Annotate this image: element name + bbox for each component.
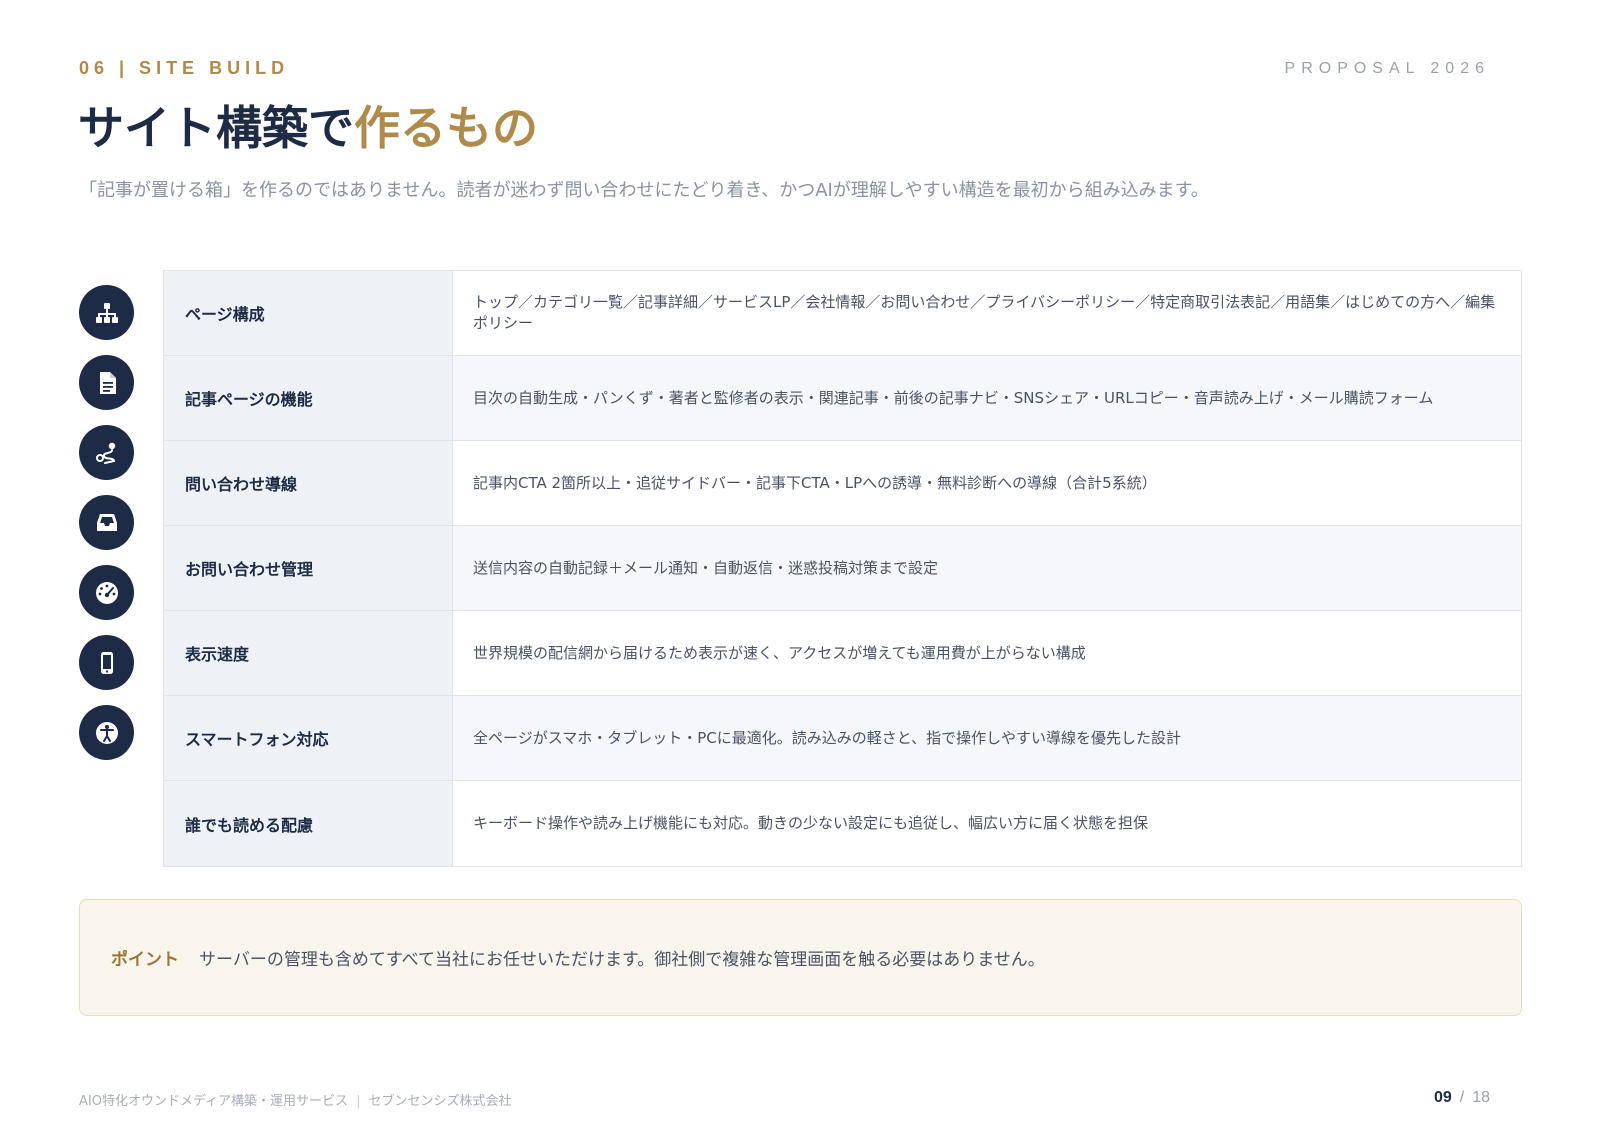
page-total: 18 xyxy=(1472,1089,1490,1106)
point-label: ポイント xyxy=(111,950,179,970)
row-description: 送信内容の自動記録＋メール通知・自動返信・迷惑投稿対策まで設定 xyxy=(453,526,1521,610)
page-separator: / xyxy=(1459,1089,1465,1106)
title-main: サイト構築で xyxy=(78,101,354,155)
footer-credit: AIO特化オウンドメディア構築・運用サービス | セブンセンシズ株式会社 xyxy=(79,1090,511,1109)
section-label: 06 | SITE BUILD xyxy=(79,58,290,78)
document-icon xyxy=(79,355,134,410)
point-text: サーバーの管理も含めてすべて当社にお任せいただけます。御社側で複雑な管理画面を触… xyxy=(199,950,1045,970)
row-description: 全ページがスマホ・タブレット・PCに最適化。読み込みの軽さと、指で操作しやすい導… xyxy=(453,696,1521,780)
row-description: 記事内CTA 2箇所以上・追従サイドバー・記事下CTA・LPへの誘導・無料診断へ… xyxy=(453,441,1521,525)
smartphone-icon xyxy=(79,635,134,690)
row-description: 目次の自動生成・パンくず・著者と監修者の表示・関連記事・前後の記事ナビ・SNSシ… xyxy=(453,356,1521,440)
inbox-icon xyxy=(79,495,134,550)
page-number: 09 / 18 xyxy=(1434,1089,1490,1107)
page-title: サイト構築で作るもの xyxy=(78,92,538,158)
row-label: 問い合わせ導線 xyxy=(164,441,453,525)
row-label: お問い合わせ管理 xyxy=(164,526,453,610)
footer-service: AIO特化オウンドメディア構築・運用サービス xyxy=(79,1094,349,1109)
proposal-label: PROPOSAL 2026 xyxy=(1284,60,1490,77)
row-label: 記事ページの機能 xyxy=(164,356,453,440)
row-label: 誰でも読める配慮 xyxy=(164,781,453,866)
table-row: お問い合わせ管理 送信内容の自動記録＋メール通知・自動返信・迷惑投稿対策まで設定 xyxy=(164,526,1521,611)
features-table: ページ構成 トップ／カテゴリ一覧／記事詳細／サービスLP／会社情報／お問い合わせ… xyxy=(163,270,1522,867)
route-icon xyxy=(79,425,134,480)
row-label: 表示速度 xyxy=(164,611,453,695)
footer-separator: | xyxy=(356,1094,361,1109)
table-row: 表示速度 世界規模の配信網から届けるため表示が速く、アクセスが増えても運用費が上… xyxy=(164,611,1521,696)
footer-company: セブンセンシズ株式会社 xyxy=(368,1094,512,1109)
accessibility-icon xyxy=(79,705,134,760)
row-description: トップ／カテゴリ一覧／記事詳細／サービスLP／会社情報／お問い合わせ／プライバシ… xyxy=(453,271,1521,355)
page-current: 09 xyxy=(1433,1089,1452,1106)
feature-icons xyxy=(79,270,135,775)
table-row: ページ構成 トップ／カテゴリ一覧／記事詳細／サービスLP／会社情報／お問い合わせ… xyxy=(164,271,1521,356)
table-row: 問い合わせ導線 記事内CTA 2箇所以上・追従サイドバー・記事下CTA・LPへの… xyxy=(164,441,1521,526)
table-row: スマートフォン対応 全ページがスマホ・タブレット・PCに最適化。読み込みの軽さと… xyxy=(164,696,1521,781)
sitemap-icon xyxy=(79,285,134,340)
row-label: スマートフォン対応 xyxy=(164,696,453,780)
page-subtitle: 「記事が置ける箱」を作るのではありません。読者が迷わず問い合わせにたどり着き、か… xyxy=(79,180,1209,201)
table-row: 誰でも読める配慮 キーボード操作や読み上げ機能にも対応。動きの少ない設定にも追従… xyxy=(164,781,1521,866)
row-description: キーボード操作や読み上げ機能にも対応。動きの少ない設定にも追従し、幅広い方に届く… xyxy=(453,781,1521,866)
title-accent: 作るもの xyxy=(354,101,538,155)
table-row: 記事ページの機能 目次の自動生成・パンくず・著者と監修者の表示・関連記事・前後の… xyxy=(164,356,1521,441)
point-callout: ポイント サーバーの管理も含めてすべて当社にお任せいただけます。御社側で複雑な管… xyxy=(79,899,1522,1016)
row-label: ページ構成 xyxy=(164,271,453,355)
row-description: 世界規模の配信網から届けるため表示が速く、アクセスが増えても運用費が上がらない構… xyxy=(453,611,1521,695)
speedometer-icon xyxy=(79,565,134,620)
